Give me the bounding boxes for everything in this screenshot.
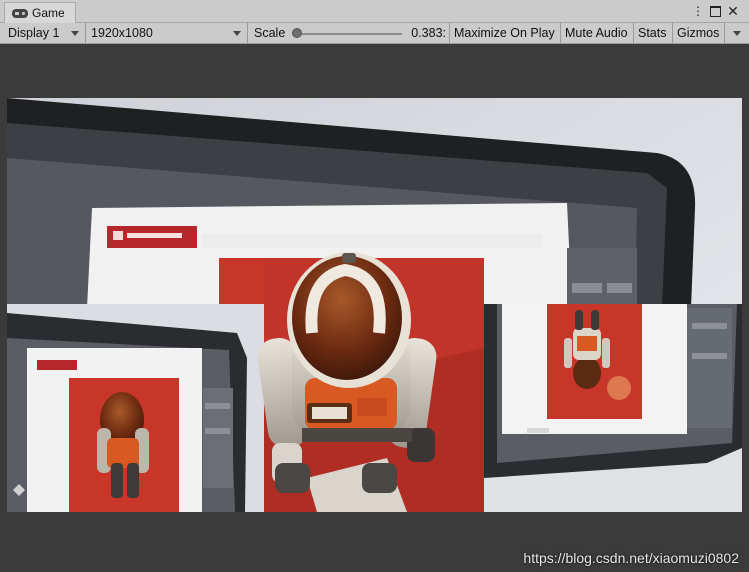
maximize-icon[interactable] (708, 3, 722, 19)
gizmos-label: Gizmos (677, 26, 720, 40)
chevron-down-icon (233, 31, 241, 36)
scale-slider-knob[interactable] (292, 28, 302, 38)
close-icon[interactable]: ✕ (726, 3, 740, 19)
gamepad-icon (12, 8, 28, 18)
gizmos-dropdown[interactable] (725, 23, 749, 43)
chevron-down-icon (733, 31, 741, 36)
watermark-text: https://blog.csdn.net/xiaomuzi0802 (523, 550, 739, 566)
display-label: Display 1 (8, 26, 60, 40)
mute-audio-label: Mute Audio (565, 26, 628, 40)
stats-toggle[interactable]: Stats (634, 23, 673, 43)
left-sub-view (7, 304, 264, 512)
tab-bar: Game ⋮ ✕ (0, 0, 749, 23)
kebab-menu-icon[interactable]: ⋮ (692, 3, 704, 19)
scale-value-text: 0.383: (411, 26, 446, 40)
scale-value: 0.383: (404, 23, 450, 43)
game-toolbar: Display 1 1920x1080 Scale 0.383: Maximiz… (0, 23, 749, 44)
gizmos-toggle[interactable]: Gizmos (673, 23, 725, 43)
scale-label: Scale (254, 26, 286, 40)
maximize-on-play-toggle[interactable]: Maximize On Play (450, 23, 561, 43)
resolution-dropdown[interactable]: 1920x1080 (86, 23, 248, 43)
mute-audio-toggle[interactable]: Mute Audio (561, 23, 634, 43)
stats-label: Stats (638, 26, 667, 40)
tab-title: Game (32, 6, 65, 20)
chevron-down-icon (71, 31, 79, 36)
display-dropdown[interactable]: Display 1 (0, 23, 86, 43)
right-sub-view (484, 304, 742, 512)
resolution-label: 1920x1080 (91, 26, 153, 40)
scale-slider-track[interactable] (296, 33, 402, 35)
ar-scene-image (7, 98, 742, 512)
tab-game[interactable]: Game (4, 2, 76, 23)
maximize-on-play-label: Maximize On Play (454, 26, 555, 40)
camera-feed (7, 98, 742, 512)
